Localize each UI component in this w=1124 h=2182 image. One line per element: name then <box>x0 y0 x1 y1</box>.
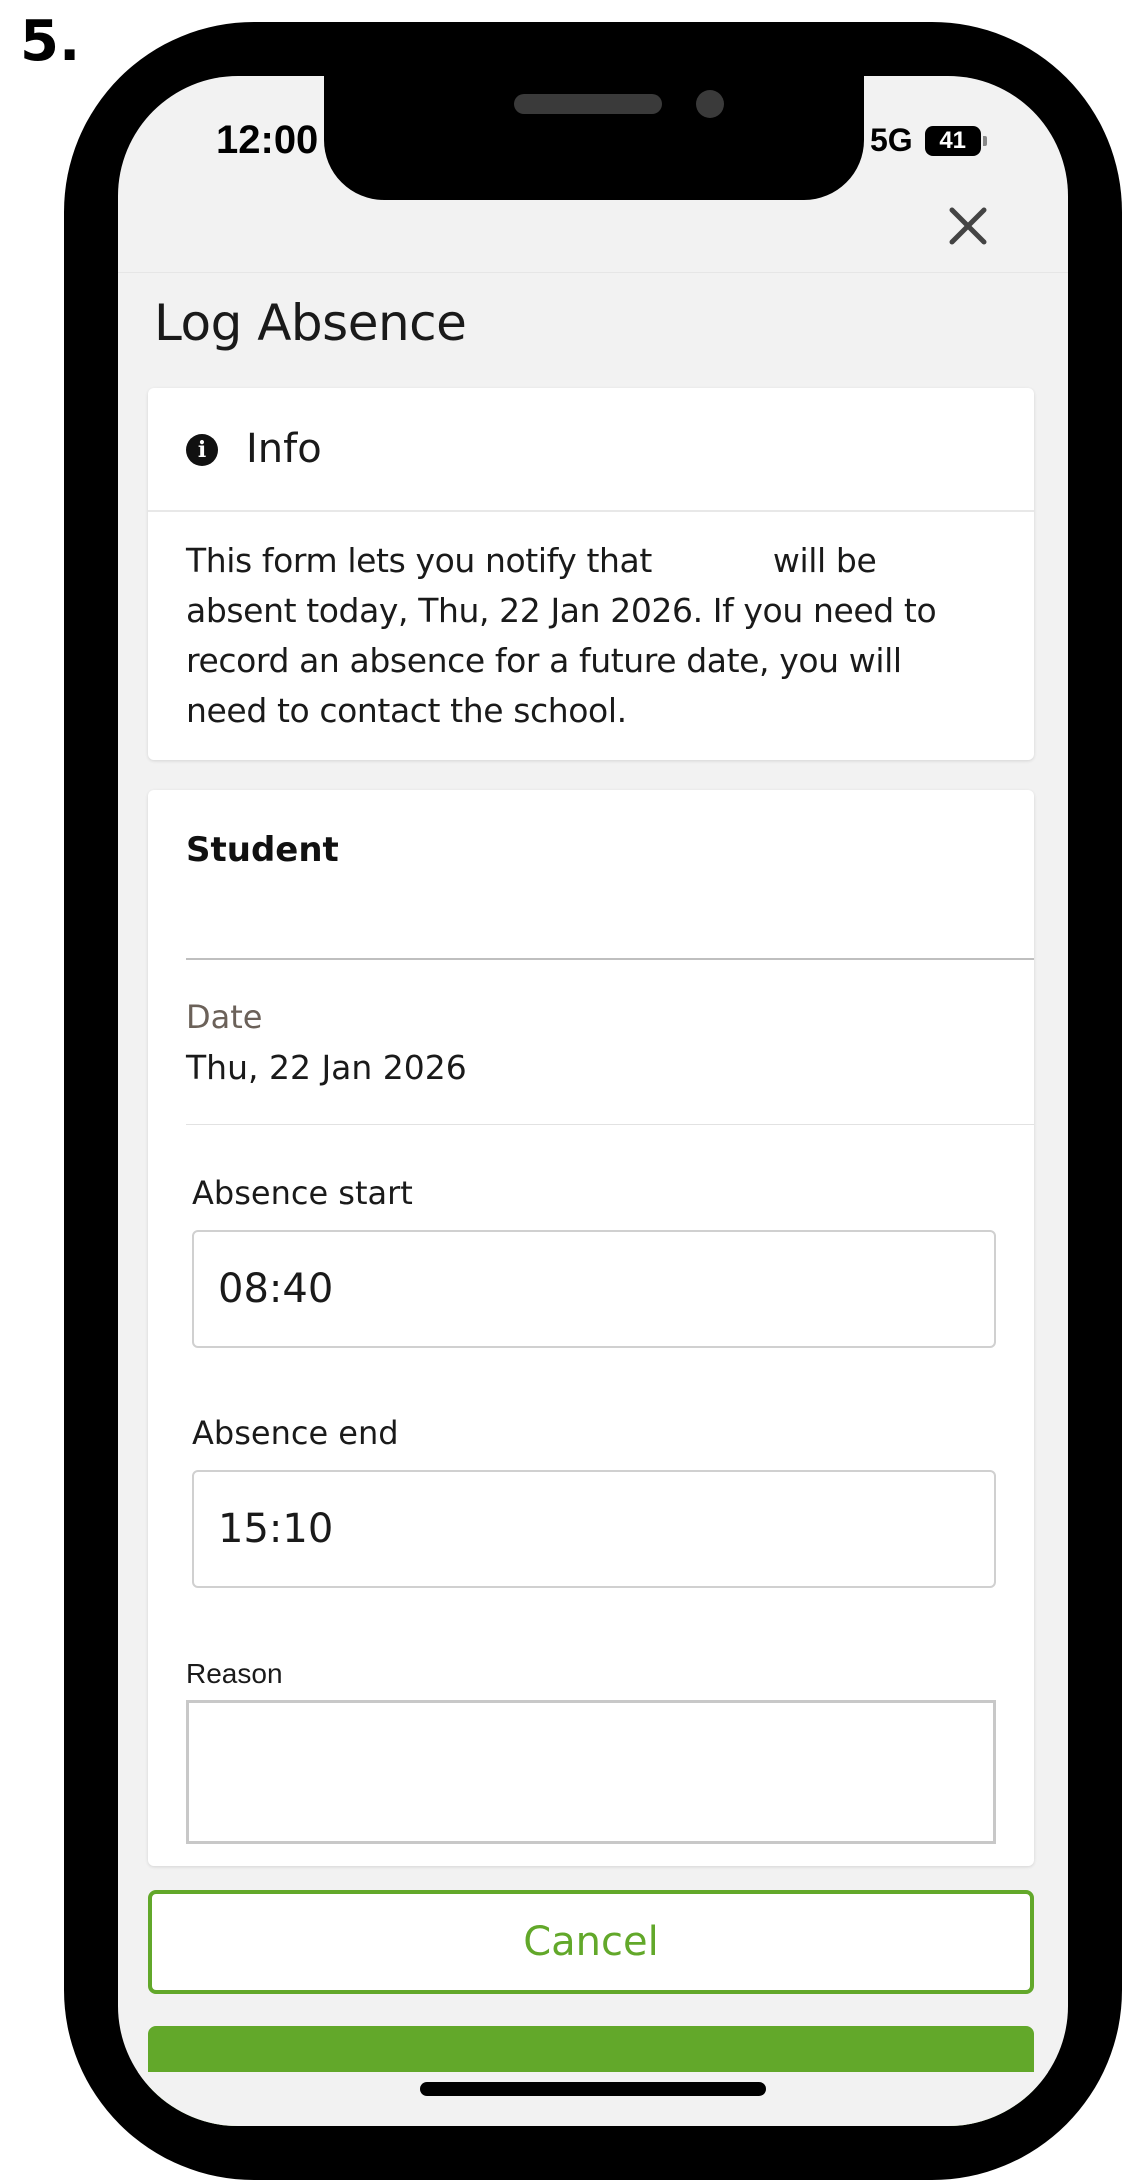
speaker-grille <box>514 94 662 114</box>
cancel-button[interactable]: Cancel <box>148 1890 1034 1994</box>
date-label: Date <box>186 998 263 1036</box>
reason-textarea[interactable] <box>186 1700 996 1844</box>
front-camera <box>696 90 724 118</box>
battery-level: 41 <box>924 125 981 156</box>
battery-icon: 41 <box>924 125 987 156</box>
notch <box>324 76 864 200</box>
info-text: This form lets you notify that will be a… <box>186 541 947 730</box>
phone-frame: 12:00 5G 41 Log Absence i Info This form… <box>64 22 1122 2180</box>
absence-start-label: Absence start <box>192 1174 413 1212</box>
status-time: 12:00 <box>216 118 319 162</box>
date-value: Thu, 22 Jan 2026 <box>186 1048 467 1087</box>
info-card: i Info This form lets you notify that wi… <box>148 388 1034 760</box>
info-title: Info <box>246 426 322 472</box>
student-label: Student <box>186 830 339 870</box>
absence-form-card: Student Date Thu, 22 Jan 2026 Absence st… <box>148 790 1034 1866</box>
absence-end-input[interactable]: 15:10 <box>192 1470 996 1588</box>
divider <box>186 1124 1034 1125</box>
divider <box>186 958 1034 960</box>
home-indicator[interactable] <box>420 2082 766 2096</box>
modal-header <box>118 196 1068 273</box>
info-icon: i <box>186 434 218 466</box>
absence-end-label: Absence end <box>192 1414 399 1452</box>
network-type: 5G <box>870 122 913 158</box>
bottom-safe-area <box>118 2072 1068 2126</box>
close-icon <box>949 207 987 245</box>
info-header: i Info <box>148 388 1034 512</box>
close-button[interactable] <box>944 202 992 250</box>
reason-label: Reason <box>186 1658 283 1689</box>
step-label: 5. <box>20 9 81 74</box>
page-title: Log Absence <box>154 294 467 352</box>
phone-screen: 12:00 5G 41 Log Absence i Info This form… <box>118 76 1068 2126</box>
absence-start-input[interactable]: 08:40 <box>192 1230 996 1348</box>
